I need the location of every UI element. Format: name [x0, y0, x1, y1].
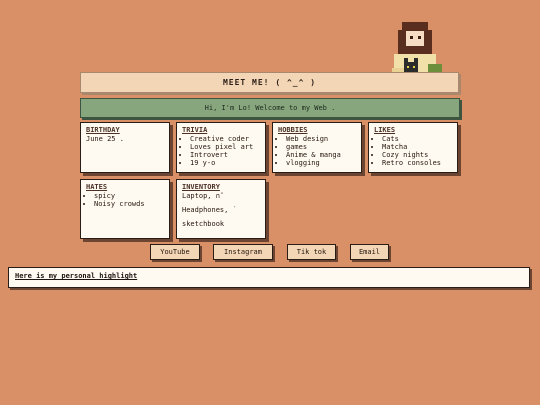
hobbies-item: games [286, 143, 356, 151]
trivia-item: Creative coder [190, 135, 260, 143]
birthday-heading: BIRTHDAY [86, 126, 120, 134]
welcome-text: Hi, I'm Lo! Welcome to my Web . [204, 104, 336, 112]
birthday-value: June 25 . [86, 135, 124, 143]
page-title-text: MEET ME! ( ^_^ ) [222, 78, 317, 87]
highlight-panel: Here is my personal highlight [8, 267, 530, 288]
hates-item: spicy [94, 192, 164, 200]
likes-item: Retro consoles [382, 159, 452, 167]
trivia-item: Loves pixel art [190, 143, 260, 151]
inventory-item: Laptop, ∩˘ [182, 192, 225, 200]
highlight-link[interactable]: Here is my personal highlight [15, 272, 137, 280]
hates-card: HATES spicy Noisy crowds [80, 179, 170, 239]
likes-item: Cats [382, 135, 452, 143]
welcome-banner: Hi, I'm Lo! Welcome to my Web . [80, 98, 460, 118]
trivia-heading: TRIVIA [182, 126, 208, 134]
likes-card: LIKES Cats Matcha Cozy nights Retro cons… [368, 122, 458, 173]
trivia-card: TRIVIA Creative coder Loves pixel art In… [176, 122, 266, 173]
hobbies-item: Anime & manga [286, 151, 356, 159]
inventory-item: sketchbook [182, 220, 225, 228]
likes-heading: LIKES [374, 126, 396, 134]
tiktok-label: Tik tok [296, 248, 327, 256]
trivia-item: Introvert [190, 151, 260, 159]
likes-item: Matcha [382, 143, 452, 151]
hates-item: Noisy crowds [94, 200, 164, 208]
hates-heading: HATES [86, 183, 108, 191]
hobbies-card: HOBBIES Web design games Anime & manga v… [272, 122, 362, 173]
instagram-label: Instagram [224, 248, 262, 256]
email-label: Email [358, 248, 381, 256]
inventory-heading: INVENTORY [182, 183, 220, 191]
youtube-label: YouTube [160, 248, 190, 256]
likes-item: Cozy nights [382, 151, 452, 159]
inventory-card: INVENTORY Laptop, ∩˘ Headphones, ˙ sketc… [176, 179, 266, 239]
instagram-button[interactable]: Instagram [213, 244, 273, 260]
trivia-item: 19 y-o [190, 159, 260, 167]
hobbies-item: vlogging [286, 159, 356, 167]
inventory-item: Headphones, ˙ [182, 206, 237, 214]
page-title: MEET ME! ( ^_^ ) [80, 72, 459, 93]
youtube-button[interactable]: YouTube [150, 244, 200, 260]
email-button[interactable]: Email [350, 244, 389, 260]
hobbies-heading: HOBBIES [278, 126, 308, 134]
tiktok-button[interactable]: Tik tok [287, 244, 336, 260]
birthday-card: BIRTHDAY June 25 . [80, 122, 170, 173]
hobbies-item: Web design [286, 135, 356, 143]
